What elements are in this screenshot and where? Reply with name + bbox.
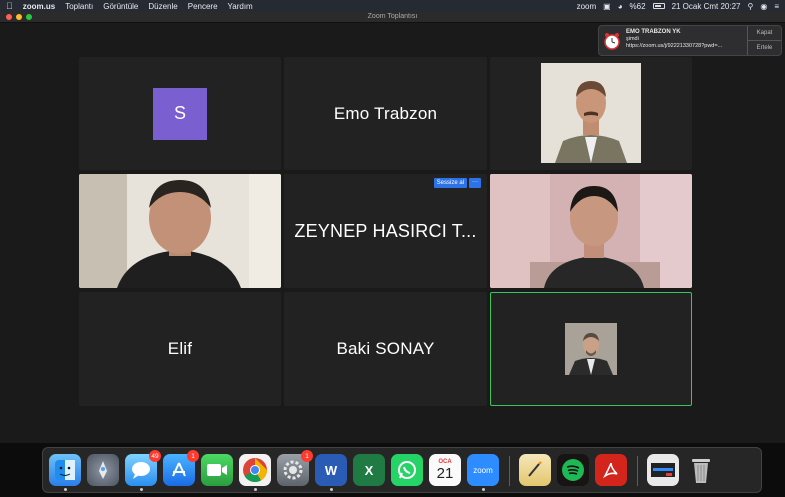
launchpad-icon[interactable] [87,454,119,486]
participant-tile-zeynep[interactable]: ZEYNEP HASIRCI T... Sessize al ··· [284,174,487,288]
zoom-label: zoom [473,465,493,475]
clock-text[interactable]: 21 Ocak Cmt 20:27 [672,2,741,11]
whatsapp-icon[interactable] [391,454,423,486]
meeting-notification[interactable]: EMO TRABZON YK şimdi https://zoom.us/j/9… [598,25,782,56]
video-feed [490,174,692,288]
word-label: W [324,462,338,478]
status-zoom[interactable]: zoom [577,2,597,11]
notification-time: şimdi [626,36,639,42]
acrobat-icon[interactable] [595,454,627,486]
menu-bar:  zoom.us Toplantı Görüntüle Düzenle Pen… [0,0,785,12]
app-store-icon[interactable]: 1 [163,450,199,486]
notification-badge: 1 [187,450,199,462]
participant-tile-baki-sonay[interactable]: Baki SONAY [284,292,487,406]
word-icon[interactable]: W [315,454,347,491]
profile-photo [565,323,617,375]
gallery-view: S Emo Trabzon ZEYNEP HASIRCI T... Sessiz… [0,23,785,443]
running-indicator [329,488,333,491]
participant-name: Emo Trabzon [333,103,438,123]
notes-icon[interactable] [519,454,551,486]
minimized-window-icon[interactable] [647,454,679,486]
display-icon[interactable]: ▣ [603,2,611,11]
notification-badge: 1 [301,450,313,462]
close-notification-button[interactable]: Kapat [748,26,781,41]
running-indicator [63,488,67,491]
participant-name: Elif [167,339,193,358]
menu-goruntule[interactable]: Görüntüle [103,2,138,11]
running-indicator [253,488,257,491]
window-title: Zoom Toplantısı [367,13,418,20]
snooze-notification-button[interactable]: Ertele [748,41,781,55]
notification-badge: 49 [149,450,161,462]
participant-name: ZEYNEP HASIRCI T... [294,220,477,241]
participant-tile-s[interactable]: S [79,57,281,170]
participant-tile-video-6[interactable] [490,174,692,288]
window-title-bar: Zoom Toplantısı [0,12,785,23]
profile-photo [541,63,641,163]
participant-tile-emo-trabzon[interactable]: Emo Trabzon [284,57,487,170]
battery-percent: %62 [629,1,646,11]
video-feed [79,174,281,288]
participant-tile-elif[interactable]: Elif [79,292,281,406]
menu-yardim[interactable]: Yardım [228,2,253,11]
dock: 49 1 1 W X OCA 21 zoom [42,447,762,493]
more-options-button[interactable]: ··· [469,178,481,188]
excel-label: X [364,462,374,478]
alarm-clock-icon [604,33,620,50]
system-settings-icon[interactable]: 1 [277,450,313,486]
trash-icon[interactable] [685,454,717,486]
messages-icon[interactable]: 49 [125,450,161,491]
notification-title: EMO TRABZON YK [626,29,681,35]
excel-icon[interactable]: X [353,454,385,486]
finder-icon[interactable] [49,454,81,491]
running-indicator [139,488,143,491]
facetime-icon[interactable] [201,454,233,486]
spotify-icon[interactable] [557,454,589,486]
menu-duzenle[interactable]: Düzenle [148,2,177,11]
calendar-day: 21 [436,464,454,482]
menu-toplanti[interactable]: Toplantı [65,2,93,11]
control-center-icon[interactable]: ≡ [774,2,779,11]
wifi-icon[interactable]: ◕ [618,2,623,11]
dock-area: 49 1 1 W X OCA 21 zoom [0,443,785,497]
menu-app-name[interactable]: zoom.us [23,2,55,11]
spotlight-search-icon[interactable]: ⚲ [747,2,753,11]
participant-tile-active-speaker[interactable] [490,292,692,406]
calendar-icon[interactable]: OCA 21 [429,454,461,486]
siri-icon[interactable]: ◉ [760,2,767,11]
apple-icon[interactable]:  [6,1,13,11]
participant-name: Baki SONAY [336,339,435,358]
zoom-app-icon[interactable]: zoom [467,454,499,491]
running-indicator [481,488,485,491]
menu-pencere[interactable]: Pencere [188,2,218,11]
participant-tile-video-3[interactable] [490,57,692,170]
chrome-icon[interactable] [239,454,271,491]
dock-separator [637,456,638,486]
dock-separator [509,456,510,486]
avatar: S [153,87,207,140]
battery-icon[interactable] [652,3,665,9]
mute-participant-button[interactable]: Sessize al [433,178,467,188]
participant-tile-video-4[interactable] [79,174,281,288]
notification-url: https://zoom.us/j/92221330728?pwd=... [626,43,723,49]
